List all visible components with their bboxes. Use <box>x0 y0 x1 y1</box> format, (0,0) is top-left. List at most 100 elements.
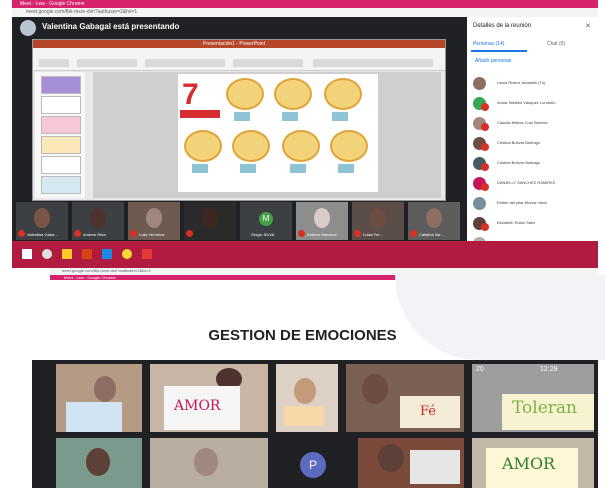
participant-row[interactable]: DANIELLY SANCHEZ RAMIREZ <box>471 175 597 193</box>
participant-name: Cristina Bolívar Buitrago <box>497 160 541 165</box>
video-tile[interactable]: Andrea Silva <box>72 202 124 240</box>
slide-oval <box>184 130 222 162</box>
video-tile[interactable]: Fé <box>346 364 464 432</box>
tile-name: Lulia Verónica <box>139 232 165 237</box>
address-url[interactable]: meet.google.com/fbk-mxre-dvh?authuser=2&… <box>62 268 151 273</box>
tile-name: Sergio SILVA <box>251 232 275 237</box>
participant-row[interactable]: Cristina Bolívar Buitrago <box>471 135 597 153</box>
video-tile[interactable]: Luisa Fer… <box>352 202 404 240</box>
slide-7: 7 <box>178 74 378 192</box>
tab-underline <box>471 50 527 52</box>
meeting-details-panel: Detalles de la reunión ✕ Personas (14) C… <box>467 17 598 268</box>
mic-off-icon <box>481 143 489 151</box>
participant-row[interactable]: Claudia Milena Cruz Benítez <box>471 115 597 133</box>
app-icon[interactable] <box>142 249 152 259</box>
close-icon[interactable]: ✕ <box>585 22 591 30</box>
tab-chat[interactable]: Chat (0) <box>547 41 565 47</box>
slide-oval <box>274 78 312 110</box>
video-tile[interactable]: Valentina Gaba… <box>16 202 68 240</box>
video-tile[interactable]: Catalina Var… <box>408 202 460 240</box>
folder-icon[interactable] <box>62 249 72 259</box>
sign-text: AMOR <box>502 454 556 473</box>
mic-off-icon <box>481 103 489 111</box>
mic-off-icon <box>298 230 305 237</box>
participant-row[interactable]: Cristina Bolívar Buitrago <box>471 155 597 173</box>
sign-text: AMOR <box>174 398 221 414</box>
participant-name: Esther del pilar Muñoz Vaca <box>497 200 547 205</box>
mic-off-icon <box>481 123 489 131</box>
slide-red-banner <box>180 110 220 118</box>
slide-oval <box>232 130 270 162</box>
edge-icon[interactable] <box>102 249 112 259</box>
windows-taskbar <box>12 241 598 268</box>
participant-initial: P <box>300 452 326 478</box>
ppt-ribbon <box>33 48 445 71</box>
participant-row[interactable]: Anuar Niebles Vásquez Londoño <box>471 95 597 113</box>
presenter-banner: Valentina Gabagal está presentando <box>12 17 467 39</box>
video-tile[interactable]: P <box>276 438 352 488</box>
chrome-icon[interactable] <box>122 249 132 259</box>
video-tile[interactable] <box>358 438 464 488</box>
video-tile[interactable] <box>184 202 236 240</box>
tile-name: Luisa Fer… <box>363 232 384 237</box>
ppt-title: Presentación1 - PowerPoint <box>203 41 265 47</box>
video-tile[interactable]: AMOR <box>472 438 594 488</box>
mic-off-icon <box>481 183 489 191</box>
browser-title: Meet - Lwa · Google Chrome <box>64 275 116 280</box>
video-tile[interactable]: Andrea Sánchez <box>296 202 348 240</box>
office-icon[interactable] <box>82 249 92 259</box>
decorative-shape <box>395 275 605 360</box>
avatar <box>473 77 486 90</box>
presenter-avatar <box>20 20 36 36</box>
powerpoint-window: Presentación1 - PowerPoint 7 <box>32 39 446 201</box>
presenter-text: Valentina Gabagal está presentando <box>42 22 180 31</box>
video-tile[interactable]: M Sergio SILVA <box>240 202 292 240</box>
participant-row[interactable]: Esther del pilar Muñoz Vaca <box>471 195 597 213</box>
participant-count: 20 <box>476 366 484 373</box>
participant-name: Elizabeth Rubio Sáez <box>497 220 536 225</box>
video-tile[interactable] <box>56 438 142 488</box>
tile-name: Andrea Sánchez <box>307 232 337 237</box>
participant-row[interactable]: Laura Rivera Jaramillo (Tú) <box>471 75 597 93</box>
sign-text: Toleran <box>512 398 577 418</box>
meet-screenshot-grid: AMOR Fé Toleran 20 12:29 P AMOR <box>32 360 598 488</box>
clock-time: 12:29 <box>540 366 558 373</box>
participant-name: DANIELLY SANCHEZ RAMIREZ <box>497 180 556 185</box>
participant-name: Claudia Milena Cruz Benítez <box>497 120 548 125</box>
address-bar[interactable]: meet.google.com/fbk-mxre-dvh?authuser=2&… <box>12 8 598 17</box>
tile-name: Valentina Gaba… <box>27 232 59 237</box>
video-tile[interactable] <box>56 364 142 432</box>
browser-titlebar: Meet - Lwa · Google Chrome <box>12 0 598 8</box>
panel-heading: Detalles de la reunión <box>473 23 532 29</box>
address-bar-bottom[interactable]: meet.google.com/fbk-mxre-dvh?authuser=2&… <box>50 268 598 275</box>
mic-off-icon <box>18 230 25 237</box>
video-tile[interactable] <box>150 438 268 488</box>
mic-off-icon <box>186 230 193 237</box>
browser-title: Meet - Lwa · Google Chrome <box>20 1 85 7</box>
participant-row[interactable]: Elizabeth Rubio Sáez <box>471 215 597 233</box>
video-tile[interactable]: Lulia Verónica <box>128 202 180 240</box>
video-tile[interactable] <box>276 364 338 432</box>
search-icon[interactable] <box>42 249 52 259</box>
tile-letter: M <box>259 212 273 226</box>
tab-people[interactable]: Personas (14) <box>473 41 504 47</box>
tile-name: Andrea Silva <box>83 232 106 237</box>
participant-name: Cristina Bolívar Buitrago <box>497 140 541 145</box>
mic-off-icon <box>481 163 489 171</box>
video-tile[interactable]: AMOR <box>150 364 268 432</box>
add-people-button[interactable]: Añadir personas <box>475 58 511 64</box>
mic-off-icon <box>74 230 81 237</box>
participant-name: Laura Rivera Jaramillo (Tú) <box>497 80 546 85</box>
address-url[interactable]: meet.google.com/fbk-mxre-dvh?authuser=2&… <box>26 9 137 15</box>
slide-oval <box>330 130 368 162</box>
mic-off-icon <box>481 223 489 231</box>
slide-canvas: 7 <box>93 72 441 198</box>
ppt-titlebar: Presentación1 - PowerPoint <box>33 40 445 48</box>
video-tile[interactable]: Toleran <box>472 364 594 432</box>
slide-thumbnails[interactable] <box>35 72 85 198</box>
windows-start-icon[interactable] <box>22 249 32 259</box>
mic-off-icon <box>410 230 417 237</box>
participant-name: Anuar Niebles Vásquez Londoño <box>497 100 556 105</box>
meet-screenshot-presenting: Meet - Lwa · Google Chrome meet.google.c… <box>12 0 598 268</box>
slide-oval <box>282 130 320 162</box>
